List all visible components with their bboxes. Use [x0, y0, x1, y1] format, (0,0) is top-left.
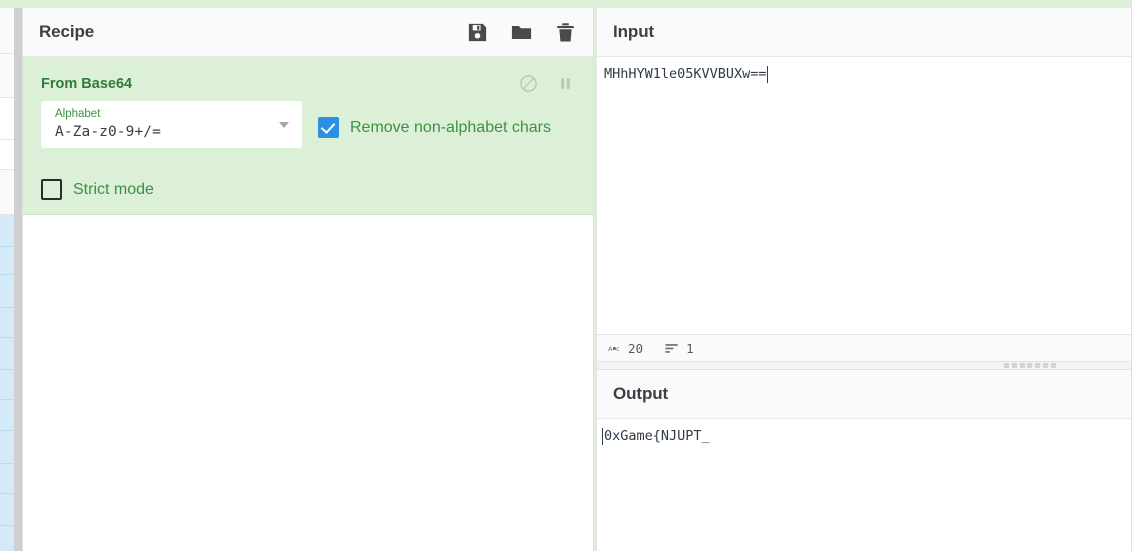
ops-sidebar-item[interactable]	[0, 308, 14, 338]
output-title-text: Output	[613, 384, 669, 403]
char-count-group: A c 20	[608, 341, 643, 356]
checkbox-box-unchecked[interactable]	[41, 179, 62, 200]
recipe-header: Recipe	[23, 8, 593, 57]
ops-sidebar-item[interactable]	[0, 464, 14, 494]
alphabet-label: Alphabet	[55, 108, 101, 120]
recipe-operation-from-base64[interactable]: From Base64 Alphabet A-Za-z0-9+/= Remove…	[23, 57, 593, 215]
ops-sidebar-item[interactable]	[0, 400, 14, 431]
ops-sidebar-item[interactable]	[0, 494, 14, 526]
ops-sidebar-item[interactable]	[0, 140, 14, 170]
ops-sidebar-item[interactable]	[0, 54, 14, 98]
ops-sidebar-item[interactable]	[0, 170, 14, 215]
strict-mode-checkbox[interactable]: Strict mode	[41, 179, 575, 200]
ops-sidebar-item[interactable]	[0, 8, 14, 54]
save-icon[interactable]	[466, 21, 489, 44]
recipe-title: Recipe	[39, 22, 95, 41]
trash-icon[interactable]	[554, 21, 577, 44]
input-pane: Input MHhHYW1le05KVVBUXw== A c 20 1	[596, 8, 1132, 361]
input-textarea[interactable]: MHhHYW1le05KVVBUXw==	[597, 57, 1132, 334]
remove-non-alphabet-chars-checkbox[interactable]: Remove non-alphabet chars	[318, 117, 551, 138]
recipe-pane: Recipe From Base64 Alphabet A-Za-z0-9+/=…	[22, 8, 594, 551]
line-count-value: 1	[686, 340, 694, 356]
operations-sidebar[interactable]	[0, 8, 14, 551]
alphabet-select[interactable]: Alphabet A-Za-z0-9+/=	[41, 101, 302, 148]
line-count-group: 1	[665, 341, 694, 356]
ops-sidebar-item[interactable]	[0, 215, 14, 247]
folder-icon[interactable]	[510, 21, 533, 44]
recipe-header-icons	[466, 21, 577, 44]
input-status-bar: A c 20 1	[597, 334, 1132, 361]
operation-icons	[519, 74, 575, 93]
ops-sidebar-item[interactable]	[0, 275, 14, 308]
ops-sidebar-item[interactable]	[0, 370, 14, 400]
strict-mode-label: Strict mode	[73, 180, 154, 198]
breakpoint-pause-icon[interactable]	[556, 74, 575, 93]
checkbox-box-checked[interactable]	[318, 117, 339, 138]
input-value: MHhHYW1le05KVVBUXw==	[604, 66, 768, 83]
output-textarea[interactable]: 0xGame{NJUPT_	[597, 419, 1132, 551]
disable-icon[interactable]	[519, 74, 538, 93]
operation-header: From Base64	[23, 57, 593, 101]
svg-text:c: c	[616, 344, 620, 352]
alphabet-value: A-Za-z0-9+/=	[55, 124, 161, 140]
output-value: 0xGame{NJUPT_	[602, 428, 710, 445]
operation-arguments: Alphabet A-Za-z0-9+/= Remove non-alphabe…	[23, 101, 593, 200]
ops-sidebar-item[interactable]	[0, 338, 14, 370]
abc-characters-icon: A c	[608, 343, 621, 354]
lines-icon	[665, 343, 679, 354]
ops-sidebar-item[interactable]	[0, 431, 14, 464]
output-pane: Output 0xGame{NJUPT_	[596, 370, 1132, 551]
top-strip	[0, 0, 1132, 8]
ops-sidebar-item[interactable]	[0, 526, 14, 551]
ops-sidebar-item[interactable]	[0, 247, 14, 275]
cyberchef-app: Recipe From Base64 Alphabet A-Za-z0-9+/=…	[0, 0, 1132, 551]
operation-title: From Base64	[41, 75, 133, 92]
svg-text:A: A	[608, 344, 613, 352]
chevron-down-icon[interactable]	[279, 122, 289, 128]
io-splitter-grip[interactable]	[1004, 363, 1056, 368]
input-title: Input	[613, 22, 655, 41]
output-header: Output	[597, 370, 1132, 419]
input-header: Input	[597, 8, 1132, 57]
char-count-value: 20	[628, 340, 644, 356]
remove-non-alphabet-chars-label: Remove non-alphabet chars	[350, 118, 552, 136]
ops-sidebar-item[interactable]	[0, 98, 14, 140]
